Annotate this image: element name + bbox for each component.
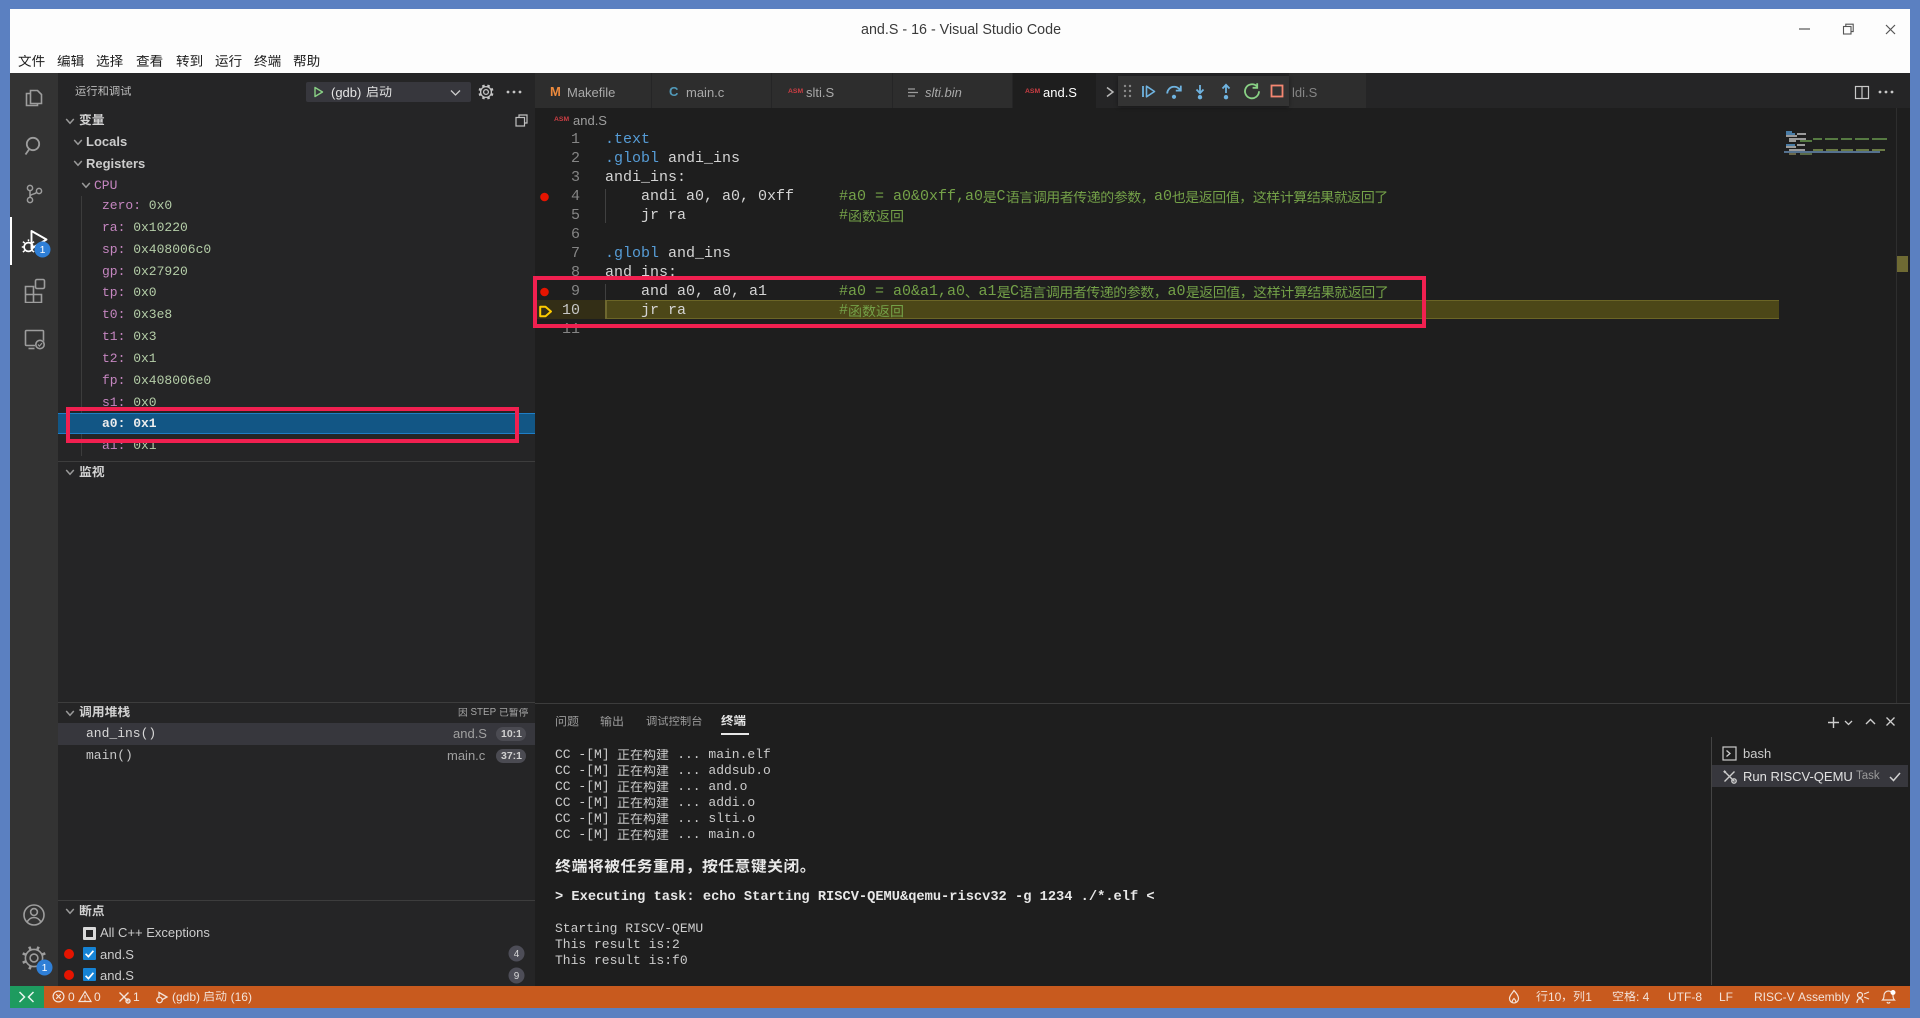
svg-text:4: 4 (514, 949, 520, 960)
svg-text:1: 1 (42, 962, 48, 974)
svg-text:9: 9 (514, 971, 520, 982)
svg-text:1: 1 (40, 244, 46, 256)
